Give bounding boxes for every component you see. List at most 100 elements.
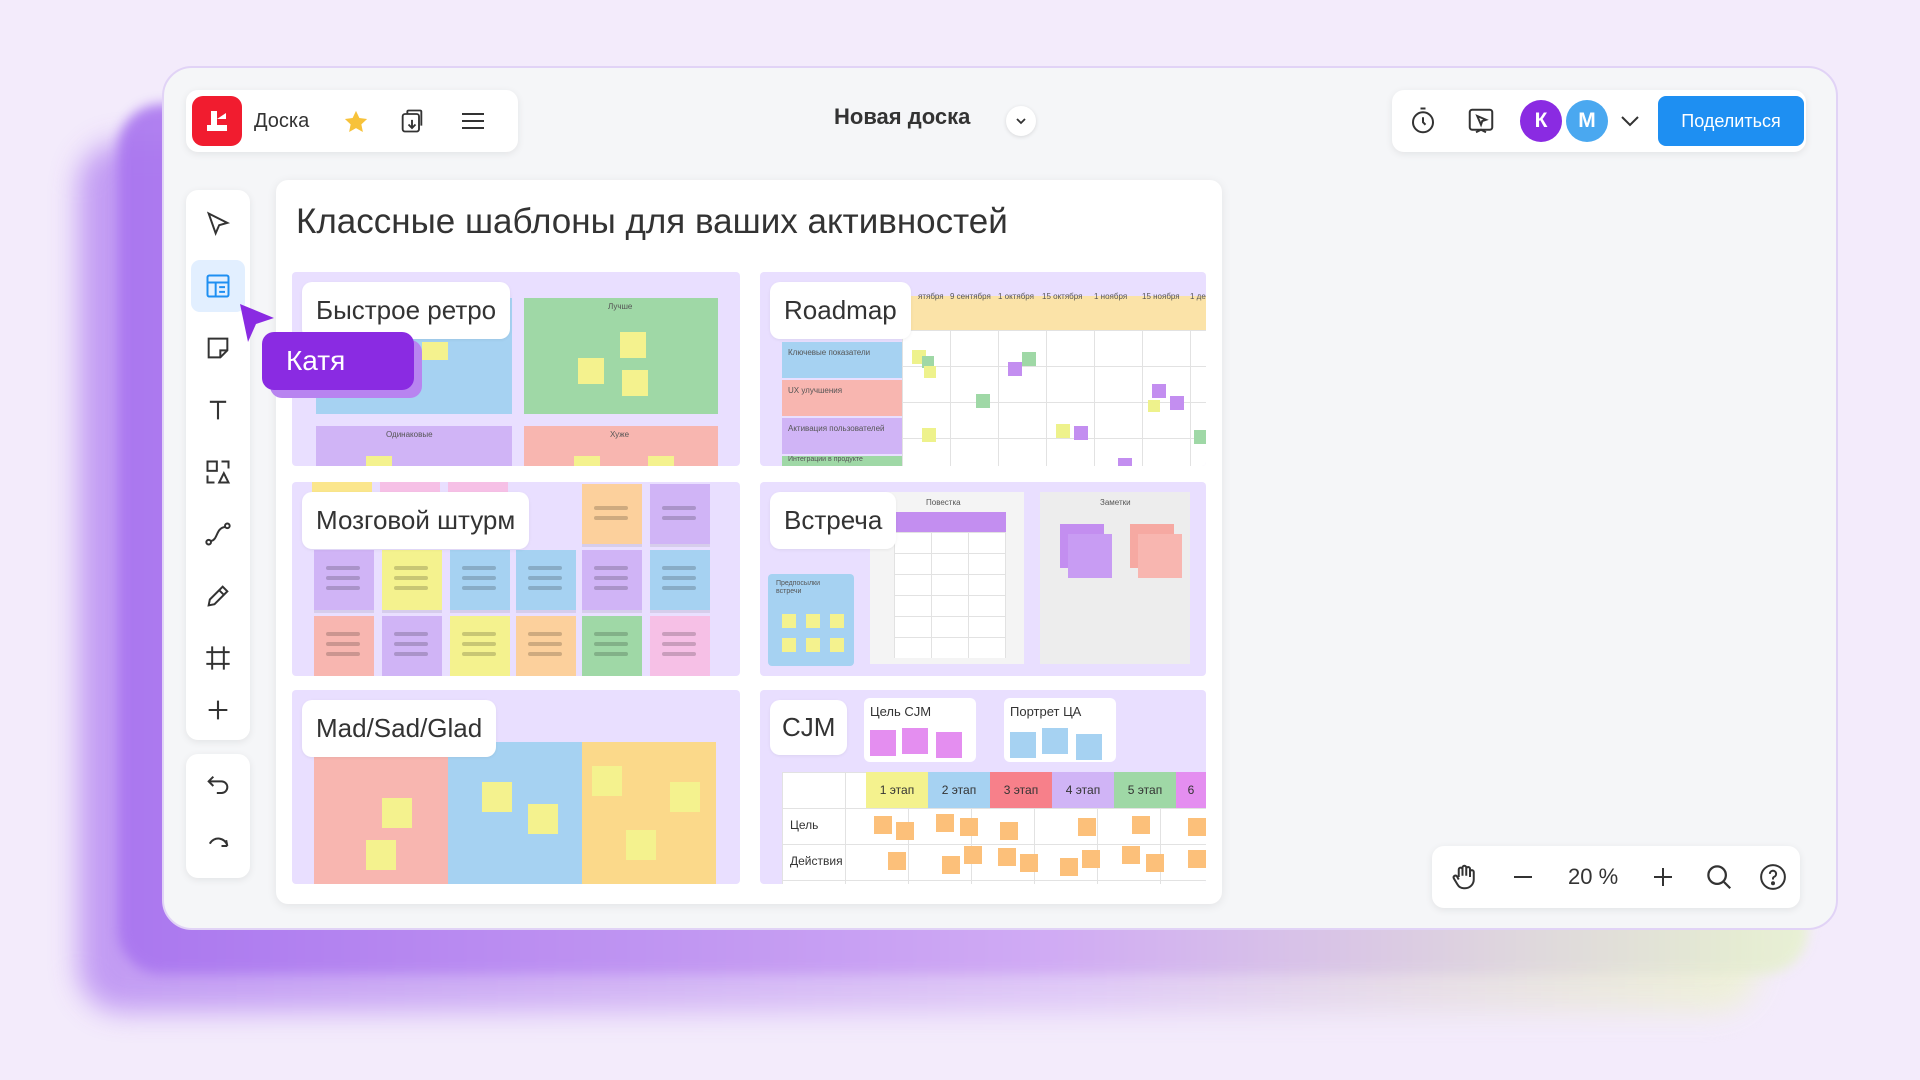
cjm-persona-title: Портрет ЦА [1010, 704, 1082, 719]
sticky-note [1132, 816, 1150, 834]
template-roadmap[interactable]: ятября 9 сентября 1 октября 15 октября 1… [760, 272, 1206, 466]
meeting-agenda-title: Повестка [926, 498, 961, 507]
avatar[interactable]: К [1520, 100, 1562, 142]
sticky-note [650, 616, 710, 676]
meeting-prereq: Предпосылки встречи [768, 574, 854, 666]
frame-tool[interactable] [191, 632, 245, 684]
template-label: Мозговой штурм [302, 492, 530, 549]
template-brainstorm[interactable]: Мозговой штурм [292, 482, 740, 676]
frame-icon [206, 646, 230, 670]
chevron-down-icon[interactable] [1620, 114, 1640, 128]
presentation-icon[interactable] [1466, 106, 1496, 136]
app-window: Доска Новая доска К М Поделиться Классны… [162, 66, 1838, 930]
retro-column-label: Одинаковые [386, 430, 433, 439]
text-icon [209, 400, 227, 420]
board-export-icon[interactable] [398, 107, 426, 135]
sticky-note [1188, 818, 1206, 836]
sticky-note [382, 798, 412, 828]
cjm-goal-title: Цель CJM [870, 704, 932, 719]
more-tools[interactable] [191, 684, 245, 736]
avatar[interactable]: М [1566, 100, 1608, 142]
sticky-note [582, 616, 642, 676]
sticky-note [582, 550, 642, 610]
pen-tool[interactable] [191, 570, 245, 622]
roadmap-date: 1 октября [998, 292, 1034, 301]
hand-icon[interactable] [1450, 862, 1480, 892]
template-label: Roadmap [770, 282, 911, 339]
template-label: Mad/Sad/Glad [302, 700, 497, 757]
sticky-note [314, 550, 374, 610]
sticky-note [1008, 362, 1022, 376]
board-title[interactable]: Новая доска [834, 104, 970, 130]
sticky-note [1042, 728, 1068, 754]
roadmap-row-label: Интеграции в продукте [788, 456, 863, 463]
cjm-stage: 3 этап [990, 772, 1052, 808]
glad-column [582, 742, 716, 884]
sticky-note [450, 550, 510, 610]
cjm-stage: 5 этап [1114, 772, 1176, 808]
pencil-icon [207, 585, 229, 607]
sticky-note [960, 818, 978, 836]
zoom-in-icon[interactable] [1652, 866, 1674, 888]
sticky-note [1194, 430, 1206, 444]
template-cjm[interactable]: Цель CJM Портрет ЦА 1 этап 2 этап 3 этап… [760, 690, 1206, 884]
sticky-note [874, 816, 892, 834]
sticky-note [924, 366, 936, 378]
roadmap-row-label: Активация пользователей [788, 424, 885, 433]
select-tool[interactable] [191, 198, 245, 250]
help-icon[interactable] [1758, 862, 1788, 892]
template-label: Встреча [770, 492, 897, 549]
app-logo[interactable] [192, 96, 242, 146]
retro-column-better: Лучше [524, 298, 718, 414]
sticker-tool[interactable] [191, 322, 245, 374]
board-title-dropdown[interactable] [1006, 106, 1036, 136]
sticky-note [830, 638, 844, 652]
sticky-note [782, 638, 796, 652]
menu-icon[interactable] [460, 109, 486, 133]
sticky-note [830, 614, 844, 628]
sticky-note [670, 782, 700, 812]
sticky-note [942, 856, 960, 874]
meeting-prereq-title: Предпосылки встречи [776, 580, 821, 595]
pointer-icon [206, 211, 231, 237]
connector-tool[interactable] [191, 508, 245, 560]
share-button[interactable]: Поделиться [1658, 96, 1804, 146]
text-tool[interactable] [191, 384, 245, 436]
sticky-note [1060, 858, 1078, 876]
roadmap-date: 9 сентября [950, 292, 991, 301]
redo-button[interactable] [191, 820, 245, 872]
zoom-level[interactable]: 20 % [1568, 864, 1618, 890]
roadmap-timeline [902, 296, 1206, 330]
history-toolbar [186, 754, 250, 878]
connector-icon [205, 522, 231, 546]
sticky-note [1010, 732, 1036, 758]
sticky-note [648, 456, 674, 466]
sticky-note-icon [207, 337, 229, 359]
sticky-note [650, 550, 710, 610]
sticky-note [1152, 384, 1166, 398]
star-icon[interactable] [342, 108, 370, 136]
roadmap-date: ятября [918, 292, 944, 301]
roadmap-date: 15 ноября [1142, 292, 1180, 301]
sticky-note [450, 616, 510, 676]
mad-column [314, 742, 448, 884]
sticky-note [312, 482, 372, 492]
sticky-note [620, 332, 646, 358]
search-icon[interactable] [1704, 862, 1734, 892]
logo-icon [207, 111, 227, 131]
template-meeting[interactable]: Повестка Заметки Предпосылки встречи Вст… [760, 482, 1206, 676]
roadmap-row: UX улучшения [782, 380, 902, 416]
sticky-note [448, 482, 508, 492]
sticky-note [936, 732, 962, 758]
sticky-note [314, 616, 374, 676]
templates-frame[interactable]: Классные шаблоны для ваших активностей Л… [240, 180, 1222, 904]
zoom-out-icon[interactable] [1512, 868, 1534, 886]
shapes-tool[interactable] [191, 446, 245, 498]
roadmap-row: Активация пользователей [782, 418, 902, 454]
undo-button[interactable] [191, 760, 245, 812]
timer-icon[interactable] [1408, 106, 1438, 136]
sticky-note [382, 616, 442, 676]
templates-tool[interactable] [191, 260, 245, 312]
template-mad-sad-glad[interactable]: Mad/Sad/Glad [292, 690, 740, 884]
sticky-note [1188, 850, 1206, 868]
